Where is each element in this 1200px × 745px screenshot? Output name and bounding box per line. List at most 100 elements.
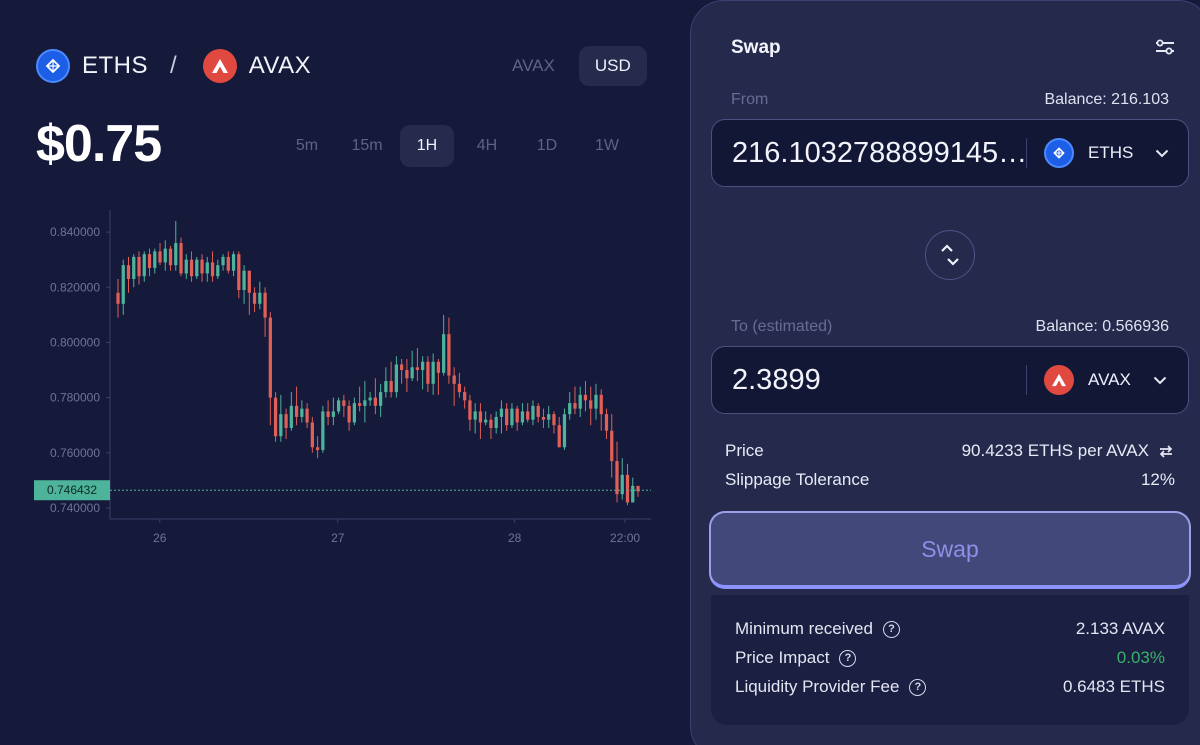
candle-body: [583, 394, 588, 401]
candle-body: [405, 370, 409, 379]
last-price-label: 0.746432: [47, 483, 97, 497]
candle-body: [394, 364, 399, 393]
candle-body: [599, 394, 603, 415]
candle-body: [452, 375, 456, 384]
settings-sliders-icon[interactable]: [1155, 39, 1175, 55]
candle-body: [426, 361, 430, 384]
price-impact-row: Price Impact ? 0.03%: [735, 648, 1165, 668]
eths-token-icon: [36, 49, 70, 83]
candle-body: [352, 403, 356, 423]
candle-body: [268, 317, 272, 398]
price-label: Price: [725, 441, 764, 460]
candle-body: [541, 416, 546, 420]
y-tick-label: 0.780000: [50, 391, 100, 405]
price-row: Price 90.4233 ETHS per AVAX: [725, 441, 1175, 461]
candle-body: [631, 485, 635, 503]
candle-body: [436, 361, 441, 373]
candle-body: [568, 403, 572, 415]
to-divider: [1026, 365, 1027, 395]
candle-body: [205, 262, 209, 274]
swap-direction-icon: [941, 244, 959, 266]
candle-body: [342, 400, 346, 406]
to-amount-input[interactable]: [732, 347, 1028, 413]
candle-body: [163, 248, 167, 263]
lp-fee-label: Liquidity Provider Fee: [735, 677, 900, 696]
quote-avax-button[interactable]: AVAX: [496, 46, 571, 86]
slippage-value[interactable]: 12%: [1141, 470, 1175, 490]
help-icon[interactable]: ?: [882, 620, 900, 638]
quote-currency-toggle: AVAX USD: [496, 46, 647, 86]
candle-body: [457, 383, 462, 393]
eths-token-icon: [1044, 138, 1074, 168]
avax-token-icon: [202, 49, 237, 83]
swap-details: Minimum received ? 2.133 AVAX Price Impa…: [711, 595, 1189, 725]
candle-body: [484, 419, 488, 423]
trade-page: ETHS / AVAX AVAX USD $0.75 5m 15m 1H 4H …: [0, 0, 1200, 745]
price-value-group: 90.4233 ETHS per AVAX: [962, 441, 1175, 461]
flip-direction-button[interactable]: [925, 230, 975, 280]
price-value: 90.4233 ETHS per AVAX: [961, 441, 1149, 460]
help-icon[interactable]: ?: [909, 678, 927, 696]
candle-body: [237, 254, 241, 291]
candle-body: [168, 248, 173, 266]
to-token-select[interactable]: AVAX: [1044, 361, 1170, 399]
candle-body: [289, 405, 293, 428]
help-icon[interactable]: ?: [839, 649, 857, 667]
candle-body: [179, 243, 183, 274]
candle-body: [389, 381, 393, 393]
to-amount-box: AVAX: [711, 346, 1189, 414]
candle-body: [552, 414, 556, 426]
price-impact-label-group: Price Impact ?: [735, 648, 857, 668]
candle-body: [231, 254, 236, 271]
chevron-down-icon: [1153, 376, 1167, 384]
swap-button[interactable]: Swap: [709, 511, 1191, 589]
min-received-row: Minimum received ? 2.133 AVAX: [735, 619, 1165, 639]
candle-body: [195, 259, 199, 277]
timeframe-4h[interactable]: 4H: [460, 125, 514, 167]
timeframe-15m[interactable]: 15m: [340, 125, 394, 167]
chevron-down-icon: [1156, 149, 1169, 157]
candle-body: [526, 411, 530, 420]
candle-body: [494, 416, 498, 428]
price-impact-label: Price Impact: [735, 648, 830, 667]
min-received-label: Minimum received: [735, 619, 873, 638]
from-amount-input[interactable]: [732, 120, 1028, 186]
candle-body: [336, 400, 341, 412]
from-token-select[interactable]: ETHS: [1044, 134, 1170, 172]
candle-body: [258, 292, 262, 304]
x-tick-label: 28: [508, 531, 522, 545]
candle-body: [252, 292, 257, 304]
current-price: $0.75: [36, 115, 162, 173]
candle-body: [410, 367, 414, 379]
price-chart[interactable]: 0.840000 0.820000 0.800000 0.780000 0.760000…: [0, 200, 680, 560]
candle-body: [210, 262, 215, 277]
slippage-label: Slippage Tolerance: [725, 470, 870, 489]
candle-body: [578, 394, 582, 409]
candle-body: [247, 270, 251, 293]
candle-body: [604, 414, 609, 431]
candle-body: [447, 334, 451, 376]
quote-usd-button[interactable]: USD: [578, 46, 647, 86]
timeframe-1d[interactable]: 1D: [520, 125, 574, 167]
candle-body: [415, 367, 420, 371]
candle-body: [305, 408, 309, 423]
candle-body: [273, 397, 278, 437]
candle-body: [142, 254, 146, 277]
candle-body: [463, 392, 467, 401]
quote-token-symbol: AVAX: [248, 52, 312, 79]
candle-body: [368, 397, 372, 401]
candle-body: [442, 334, 446, 373]
timeframe-5m[interactable]: 5m: [280, 125, 334, 167]
lp-fee-row: Liquidity Provider Fee ? 0.6483 ETHS: [735, 677, 1165, 697]
invert-price-icon[interactable]: [1157, 442, 1175, 460]
candle-body: [242, 270, 246, 291]
candle-body: [557, 425, 561, 448]
pair-header: ETHS / AVAX: [36, 48, 311, 84]
candle-body: [331, 411, 335, 417]
y-tick-label: 0.820000: [50, 280, 100, 294]
timeframe-1w[interactable]: 1W: [580, 125, 634, 167]
candle-body: [378, 392, 383, 406]
timeframe-1h[interactable]: 1H: [400, 125, 454, 167]
candle-body: [158, 251, 162, 263]
candle-body: [189, 259, 194, 277]
